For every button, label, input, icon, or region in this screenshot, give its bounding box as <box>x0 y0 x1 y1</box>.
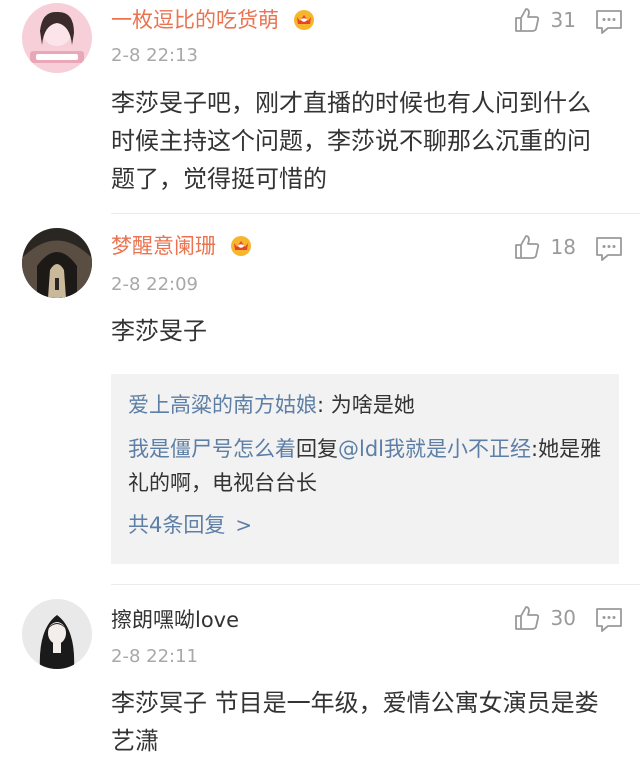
reply-text: 为啥是她 <box>330 393 415 417</box>
timestamp: 2-8 22:11 <box>111 646 198 667</box>
thumbs-up-icon <box>514 606 539 630</box>
like-button[interactable]: 30 <box>513 604 576 632</box>
avatar[interactable] <box>22 599 92 669</box>
comment-icon[interactable] <box>594 605 624 635</box>
comment-text: 李莎冥子 节目是一年级，爱情公寓女演员是娄艺潇 <box>111 689 599 755</box>
thumbs-up-icon <box>514 235 539 259</box>
chevron-right-icon: > <box>235 513 253 537</box>
reply-item: 爱上高粱的南方姑娘: 为啥是她 <box>128 393 415 417</box>
view-all-replies-link[interactable]: 共4条回复 > <box>128 510 603 540</box>
like-count: 31 <box>550 8 576 32</box>
comment-icon[interactable] <box>594 234 624 264</box>
username[interactable]: 擦朗嘿呦love <box>111 606 239 634</box>
reply-mention[interactable]: @ldl我就是小不正经 <box>338 437 531 461</box>
like-button[interactable]: 18 <box>513 233 576 261</box>
avatar[interactable] <box>22 228 92 298</box>
divider <box>111 584 640 585</box>
like-button[interactable]: 31 <box>513 6 576 34</box>
thumbs-up-icon <box>514 8 539 32</box>
username-text[interactable]: 梦醒意阑珊 <box>111 234 216 258</box>
like-count: 18 <box>550 235 576 259</box>
username[interactable]: 一枚逗比的吃货萌 <box>111 6 316 34</box>
username-text[interactable]: 一枚逗比的吃货萌 <box>111 8 279 32</box>
reply-username[interactable]: 我是僵尸号怎么着 <box>128 437 296 461</box>
reply-username[interactable]: 爱上高粱的南方姑娘 <box>128 393 317 417</box>
vip-crown-icon <box>230 236 251 256</box>
reply-preview-box: 爱上高粱的南方姑娘: 为啥是她 我是僵尸号怎么着回复@ldl我就是小不正经:她是… <box>111 374 619 564</box>
timestamp: 2-8 22:09 <box>111 274 198 295</box>
avatar[interactable] <box>22 3 92 73</box>
like-count: 30 <box>550 606 576 630</box>
timestamp: 2-8 22:13 <box>111 45 198 66</box>
vip-crown-icon <box>293 10 314 30</box>
comment-icon[interactable] <box>594 7 624 37</box>
comment-text: 李莎旻子 <box>111 317 207 345</box>
comment-text: 李莎旻子吧，刚才直播的时候也有人问到什么时候主持这个问题，李莎说不聊那么沉重的问… <box>111 89 591 193</box>
reply-item: 我是僵尸号怎么着回复@ldl我就是小不正经:她是雅礼的啊，电视台台长 <box>128 437 602 495</box>
divider <box>111 213 640 214</box>
username[interactable]: 梦醒意阑珊 <box>111 232 253 260</box>
